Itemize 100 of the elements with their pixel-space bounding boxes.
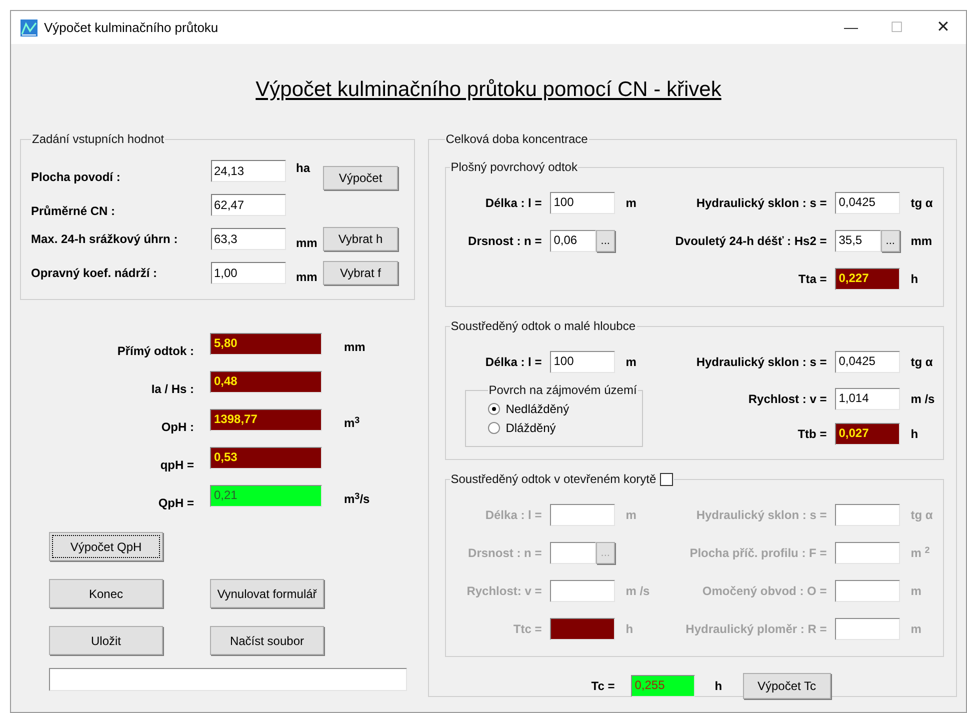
field-label: Opravný koef. nádrží : bbox=[31, 265, 158, 282]
result-field: 0,21 bbox=[210, 485, 322, 507]
picker-button[interactable]: ... bbox=[596, 230, 615, 252]
text-field[interactable] bbox=[550, 580, 615, 602]
field-label: Max. 24-h srážkový úhrn : bbox=[31, 231, 179, 248]
unit-label: mm bbox=[295, 235, 318, 252]
text-field[interactable]: 0,06 bbox=[550, 230, 596, 252]
field-label: Hydraulický ploměr : R = bbox=[684, 621, 828, 638]
unit-label: tg α bbox=[910, 195, 933, 212]
group-title: Celková doba koncentrace bbox=[444, 131, 589, 148]
result-label: Přímý odtok : bbox=[116, 343, 194, 360]
result-field: 0,48 bbox=[210, 371, 322, 393]
unit-label: ha bbox=[295, 160, 312, 177]
text-field[interactable] bbox=[834, 542, 900, 564]
radio-option[interactable]: Dlážděný bbox=[488, 418, 642, 437]
unit-label: mm bbox=[910, 233, 932, 250]
text-field[interactable] bbox=[834, 580, 900, 602]
unit-label: m bbox=[624, 195, 638, 212]
action-button[interactable]: Načíst soubor bbox=[210, 626, 324, 655]
text-field[interactable]: 1,014 bbox=[834, 388, 900, 410]
unit-label: h bbox=[910, 271, 918, 288]
action-button[interactable]: Výpočet QpH bbox=[49, 532, 163, 561]
field-label: Tc = bbox=[590, 678, 616, 695]
unit-label: h bbox=[714, 678, 724, 695]
field-label: Ttc = bbox=[512, 621, 543, 638]
result-field: 0,227 bbox=[834, 268, 900, 290]
result-field: 5,80 bbox=[210, 333, 322, 355]
result-label: OpH : bbox=[160, 419, 194, 436]
picker-button[interactable]: ... bbox=[881, 230, 900, 252]
checkbox[interactable] bbox=[660, 472, 674, 486]
field-label: Plocha povodí : bbox=[31, 169, 122, 186]
result-field: 0,027 bbox=[834, 422, 900, 444]
action-button[interactable]: Uložit bbox=[49, 626, 163, 655]
unit-label: mm bbox=[344, 339, 366, 356]
unit-label: m /s bbox=[910, 390, 935, 408]
field-label: Drsnost : n = bbox=[467, 233, 543, 250]
field-label: Hydraulický sklon : s = bbox=[695, 507, 828, 524]
text-field[interactable]: 100 bbox=[550, 351, 615, 373]
text-field[interactable] bbox=[834, 618, 900, 640]
window-title: Výpočet kulminačního průtoku bbox=[44, 18, 218, 37]
group-title: Povrch na zájmovém území bbox=[488, 382, 638, 399]
field-label: Délka : l = bbox=[484, 354, 543, 371]
unit-label: h bbox=[910, 426, 918, 442]
field-label: Délka : l = bbox=[484, 507, 543, 524]
result-field: 0,53 bbox=[210, 447, 322, 469]
minimize-button[interactable]: — bbox=[828, 11, 874, 44]
field-label: Hydraulický sklon : s = bbox=[695, 195, 828, 212]
app-chart-icon bbox=[20, 18, 38, 36]
unit-label: m$^{3}$ bbox=[344, 414, 360, 432]
action-button[interactable]: Výpočet Tc bbox=[742, 673, 831, 699]
text-field[interactable]: 1,00 bbox=[211, 262, 286, 284]
text-field[interactable]: 62,47 bbox=[211, 194, 286, 216]
group-title: Plošný povrchový odtok bbox=[450, 159, 578, 176]
text-field[interactable]: 35,5 bbox=[834, 230, 882, 252]
field-label: Průměrné CN : bbox=[31, 203, 116, 220]
text-field[interactable]: 24,13 bbox=[211, 160, 286, 182]
field-label: Rychlost: v = bbox=[466, 583, 543, 600]
result-field: 0,255 bbox=[630, 675, 695, 697]
field-label: Hydraulický sklon : s = bbox=[695, 354, 828, 371]
result-field: 1398,77 bbox=[210, 409, 322, 431]
radio-option[interactable]: Nedlážděný bbox=[488, 399, 642, 418]
group-title: Zadání vstupních hodnot bbox=[31, 131, 166, 148]
result-label: qpH = bbox=[159, 457, 194, 474]
field-label: Dvouletý 24-h déšť : Hs2 = bbox=[674, 233, 828, 250]
form-heading: Výpočet kulminačního průtoku pomocí CN - křivek bbox=[256, 79, 722, 100]
result-field bbox=[550, 618, 615, 640]
text-field[interactable] bbox=[550, 542, 596, 564]
action-button[interactable]: Vybrat f bbox=[323, 261, 398, 285]
field-label: Délka : l = bbox=[484, 195, 543, 212]
unit-label: m $^{2}$ bbox=[910, 544, 930, 562]
text-field[interactable]: 100 bbox=[550, 192, 615, 214]
field-label: Drsnost : n = bbox=[467, 545, 543, 562]
action-button[interactable]: Vynulovat formulář bbox=[210, 579, 324, 608]
action-button[interactable]: Vybrat h bbox=[323, 227, 398, 251]
unit-label: m bbox=[910, 583, 922, 600]
action-button[interactable]: Konec bbox=[49, 579, 163, 608]
field-label: Rychlost : v = bbox=[747, 390, 828, 408]
action-button[interactable]: Výpočet bbox=[323, 166, 398, 190]
field-label: Tta = bbox=[797, 271, 828, 288]
field-label: Ttb = bbox=[796, 426, 828, 442]
result-label: QpH = bbox=[157, 495, 194, 512]
unit-label: m bbox=[624, 507, 638, 524]
unit-label: tg α bbox=[910, 507, 933, 524]
text-field[interactable]: 63,3 bbox=[211, 228, 286, 250]
text-field[interactable]: 0,0425 bbox=[834, 192, 900, 214]
result-label: Ia / Hs : bbox=[150, 381, 194, 398]
text-field[interactable] bbox=[834, 504, 900, 526]
text-field[interactable] bbox=[550, 504, 615, 526]
unit-label: m$^{3}$/s bbox=[344, 490, 370, 508]
unit-label: m /s bbox=[624, 583, 651, 600]
unit-label: m bbox=[624, 354, 638, 371]
unit-label: tg α bbox=[910, 354, 933, 371]
close-button[interactable]: ✕ bbox=[920, 11, 966, 44]
field-label: Omočený obvod : O = bbox=[701, 583, 828, 600]
group-title: Soustředěný odtok o malé hloubce bbox=[450, 318, 636, 335]
unit-label: h bbox=[624, 621, 634, 638]
unit-label: m bbox=[910, 621, 922, 638]
text-field[interactable]: 0,0425 bbox=[834, 351, 900, 373]
field-label: Plocha příč. profilu : F = bbox=[688, 545, 828, 562]
group-title: Soustředěný odtok v otevřeném korytě bbox=[450, 471, 656, 488]
